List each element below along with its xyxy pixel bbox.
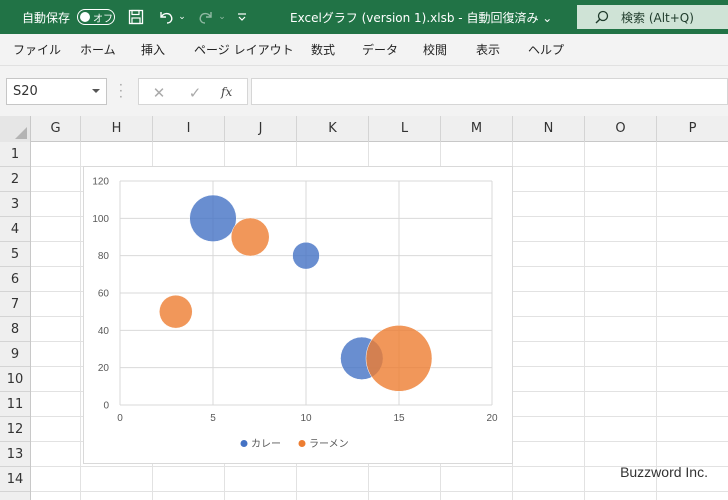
x-tick-label: 20 [486,413,498,424]
column-header[interactable]: G [31,116,81,142]
bubble-point [159,294,193,329]
enter-icon[interactable]: ✓ [183,79,207,106]
formula-bar: S20 · · · ✕ ✓ fx [0,66,728,116]
row-header[interactable]: 12 [0,417,30,442]
row-header[interactable]: 9 [0,342,30,367]
cancel-icon[interactable]: ✕ [147,79,171,106]
column-header[interactable]: J [225,116,297,142]
row-header[interactable]: 1 [0,142,30,167]
ribbon-tabs: ファイル ホーム 挿入 ページ レイアウト 数式 データ 校閲 表示 ヘルプ [0,34,728,66]
name-box[interactable]: S20 [6,78,107,105]
bubble-point [292,241,320,270]
file-title[interactable]: Excelグラフ (version 1).xlsb - 自動回復済み ⌄ [290,0,552,34]
row-header[interactable]: 8 [0,317,30,342]
x-tick-label: 5 [210,413,216,424]
y-tick-label: 80 [98,251,110,262]
column-header[interactable]: N [513,116,585,142]
insert-function-icon[interactable]: fx [221,79,232,106]
column-header[interactable]: H [81,116,153,142]
x-tick-label: 0 [117,413,123,424]
row-header[interactable]: 13 [0,442,30,467]
tab-help[interactable]: ヘルプ [528,34,564,66]
x-tick-label: 15 [393,413,405,424]
search-box[interactable]: 検索 (Alt+Q) [577,5,728,29]
tab-review[interactable]: 校閲 [423,34,447,66]
tab-view[interactable]: 表示 [476,34,500,66]
legend-label: カレー [251,438,281,450]
row-header[interactable]: 14 [0,467,30,492]
tab-data[interactable]: データ [362,34,398,66]
row-headers: 1 2 3 4 5 6 7 8 9 10 11 12 13 14 [0,142,31,500]
save-icon[interactable] [126,0,146,34]
autosave-label: 自動保存 [22,10,71,25]
chevron-down-icon[interactable] [92,89,100,93]
tab-page-layout[interactable]: ページ レイアウト [194,34,294,66]
formula-buttons: ✕ ✓ fx [138,78,248,105]
autosave-toggle-text: オフ [93,13,113,25]
column-header[interactable]: I [153,116,225,142]
column-header[interactable]: M [441,116,513,142]
row-header[interactable]: 3 [0,192,30,217]
column-headers: G H I J K L M N O P [0,116,728,142]
bubble-point [189,194,237,242]
row-header[interactable]: 2 [0,167,30,192]
select-all-button[interactable] [0,116,31,142]
row-header[interactable]: 10 [0,367,30,392]
tab-home[interactable]: ホーム [80,34,116,66]
bubble-point [230,217,270,257]
legend-label: ラーメン [309,438,349,450]
y-tick-label: 20 [98,363,110,374]
column-header[interactable]: P [657,116,728,142]
bubble-point [365,325,433,392]
watermark: Buzzword Inc. [620,464,708,480]
tab-formulas[interactable]: 数式 [311,34,335,66]
name-box-value: S20 [13,84,38,99]
bubble-chart[interactable]: 0 20 40 60 80 100 120 0 5 10 15 20 カレー ラーメン [83,166,513,464]
title-bar: 自動保存 オフ ⌄ ⌄ Excelグラフ (version 1).xlsb - … [0,0,728,34]
redo-icon[interactable] [195,0,217,34]
undo-icon[interactable] [155,0,177,34]
row-header[interactable]: 6 [0,267,30,292]
search-label: 検索 (Alt+Q) [621,10,694,25]
row-header[interactable]: 7 [0,292,30,317]
more-options-icon[interactable]: · · · [119,79,123,103]
search-icon [595,10,609,24]
y-tick-label: 40 [98,326,110,337]
tab-file[interactable]: ファイル [13,34,61,66]
legend-marker [298,440,306,447]
customize-toolbar-icon[interactable] [236,0,248,34]
row-header[interactable]: 4 [0,217,30,242]
y-tick-label: 60 [98,289,110,300]
legend-marker [240,440,248,447]
x-tick-label: 10 [300,413,312,424]
autosave-toggle[interactable]: オフ [77,9,115,25]
row-header[interactable]: 11 [0,392,30,417]
chart-canvas: 0 20 40 60 80 100 120 0 5 10 15 20 カレー ラーメン [92,177,498,451]
row-header[interactable]: 5 [0,242,30,267]
formula-input[interactable] [251,78,728,105]
column-header[interactable]: K [297,116,369,142]
y-tick-label: 100 [92,214,109,225]
redo-dropdown-icon[interactable]: ⌄ [217,0,227,34]
column-header[interactable]: O [585,116,657,142]
tab-insert[interactable]: 挿入 [141,34,165,66]
toggle-knob [80,12,90,22]
undo-dropdown-icon[interactable]: ⌄ [177,0,187,34]
y-tick-label: 120 [92,177,109,188]
y-tick-label: 0 [103,401,109,412]
column-header[interactable]: L [369,116,441,142]
